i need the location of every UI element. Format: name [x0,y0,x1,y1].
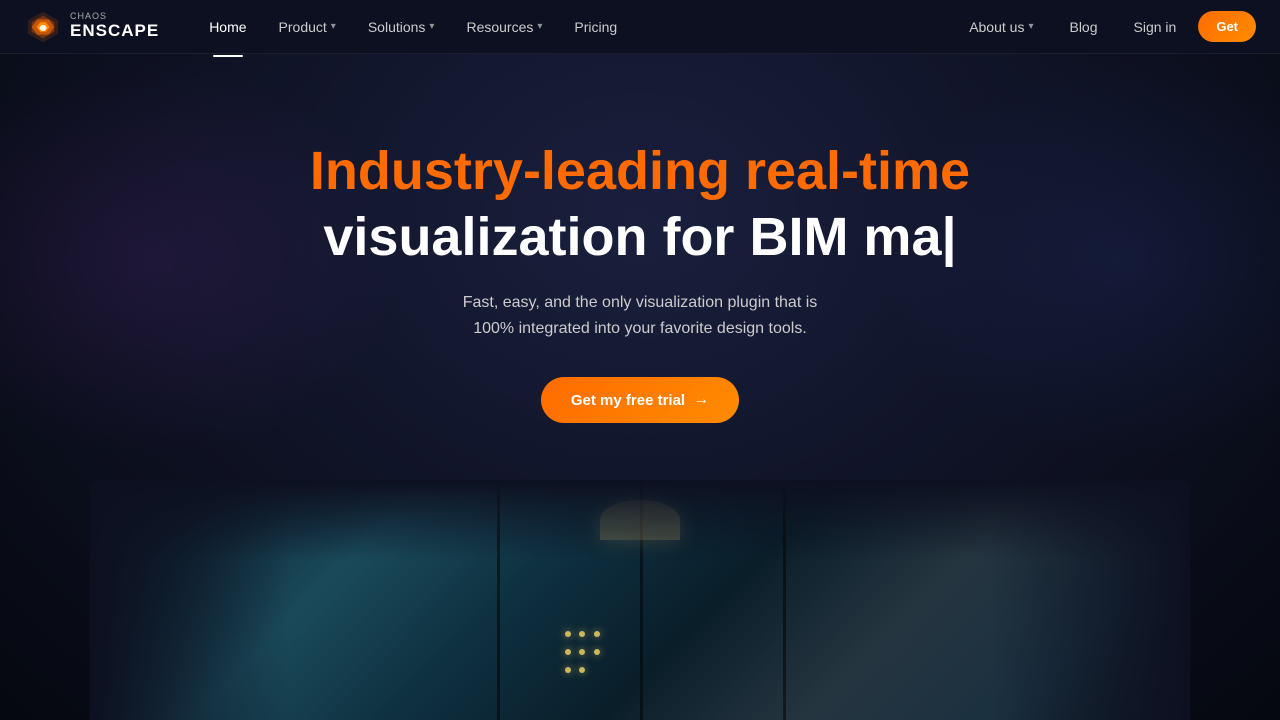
nav-item-solutions[interactable]: Solutions ▾ [354,13,449,41]
logo-text: chaos ENSCAPE [70,12,159,41]
nav-item-about[interactable]: About us ▾ [955,13,1047,41]
nav-item-signin[interactable]: Sign in [1120,13,1191,41]
nav-item-home[interactable]: Home [195,13,260,41]
hero-cta-button[interactable]: Get my free trial → [541,377,739,423]
glow-dots [563,626,602,680]
arrow-icon: → [693,391,709,409]
nav-links: Home Product ▾ Solutions ▾ Resources ▾ P… [195,13,955,41]
nav-item-pricing[interactable]: Pricing [560,13,631,41]
hero-section: Industry-leading real-time visualization… [0,0,1280,720]
nav-right: About us ▾ Blog Sign in Get [955,11,1256,42]
nav-item-product[interactable]: Product ▾ [265,13,350,41]
chevron-down-icon: ▾ [429,21,434,32]
chevron-down-icon: ▾ [537,21,542,32]
preview-image [90,480,1190,720]
logo-link[interactable]: chaos ENSCAPE [24,8,159,46]
preview-container [90,480,1190,720]
chevron-down-icon: ▾ [331,21,336,32]
hero-title-line1: Industry-leading real-time [310,140,970,202]
hero-title-line2: visualization for BIM ma| [310,206,970,268]
preview-fade-left [90,480,290,720]
nav-get-button[interactable]: Get [1198,11,1256,42]
nav-item-resources[interactable]: Resources ▾ [452,13,556,41]
nav-item-blog[interactable]: Blog [1055,13,1111,41]
preview-fade-right [990,480,1190,720]
navbar: chaos ENSCAPE Home Product ▾ Solutions ▾… [0,0,1280,54]
hero-subtitle: Fast, easy, and the only visualization p… [310,290,970,341]
hero-content: Industry-leading real-time visualization… [310,140,970,423]
chevron-down-icon: ▾ [1028,21,1033,32]
logo-icon [24,8,62,46]
logo-enscape-label: ENSCAPE [70,22,159,41]
